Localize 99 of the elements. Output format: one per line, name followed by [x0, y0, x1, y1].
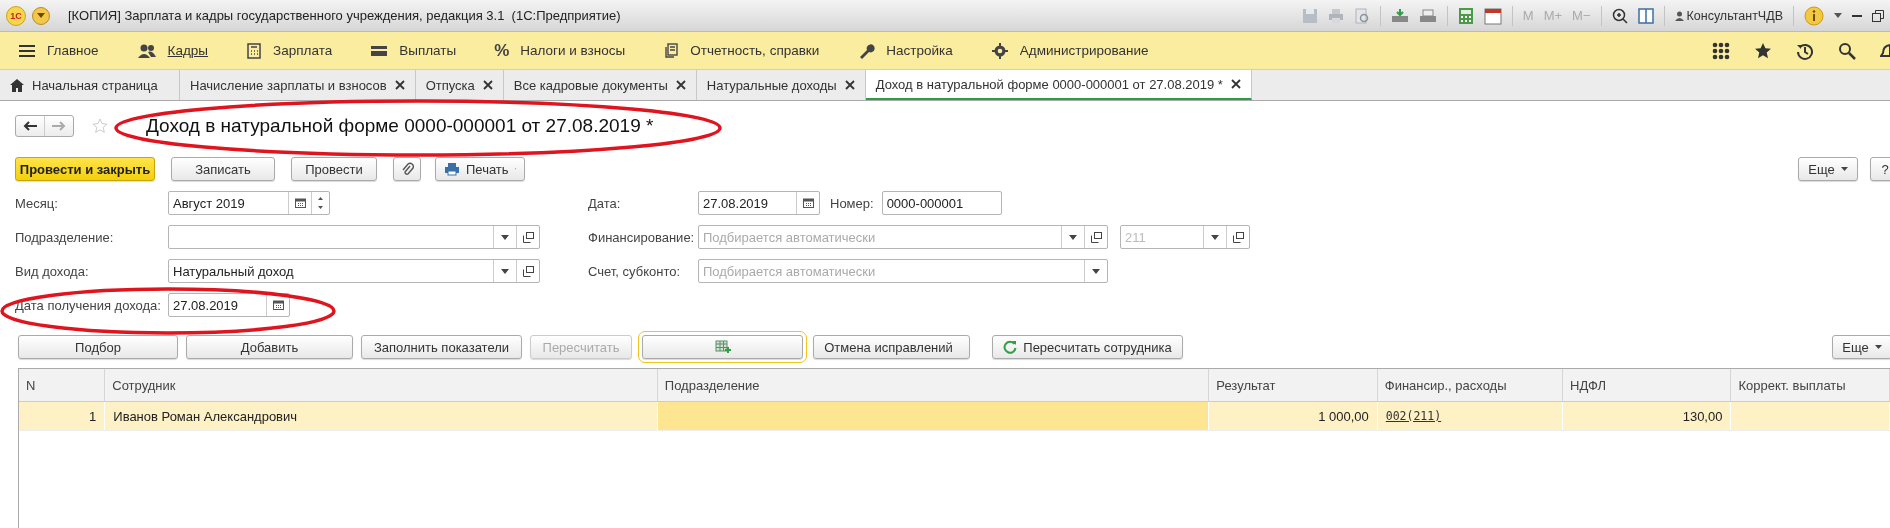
button[interactable]: Провести	[291, 157, 377, 181]
input-field[interactable]: 0000-000001	[881, 191, 1002, 215]
documents-icon	[663, 42, 680, 59]
arrow-left-icon	[23, 121, 37, 131]
refresh-icon	[1003, 340, 1018, 354]
field-label: Месяц:	[15, 195, 59, 211]
menu-item[interactable]: Зарплата	[246, 42, 333, 59]
close-icon	[482, 80, 493, 90]
home-icon	[10, 78, 24, 92]
favorite-star-icon	[92, 118, 108, 134]
download-icon	[1390, 7, 1409, 24]
table-cell: 130,00	[1563, 402, 1732, 430]
search-icon	[1838, 41, 1856, 60]
field-label: Вид дохода:	[15, 263, 90, 279]
column-header[interactable]: N	[19, 369, 106, 401]
column-header[interactable]: НДФЛ	[1563, 369, 1732, 401]
history-icon	[1796, 41, 1814, 60]
button[interactable]: Подбор	[18, 335, 178, 359]
apps-icon	[1712, 41, 1730, 60]
menu-item[interactable]: % Налоги и взносы	[494, 40, 626, 61]
table-cell: 1 000,00	[1209, 402, 1378, 430]
button[interactable]: Отмена исправлений	[813, 335, 970, 359]
star-icon	[1754, 41, 1772, 60]
field-label: Номер:	[830, 195, 874, 211]
button[interactable]: Еще	[1798, 157, 1858, 181]
menu-item[interactable]: Выплаты	[370, 43, 457, 58]
button[interactable]: Записать	[171, 157, 275, 181]
column-header[interactable]: Подразделение	[657, 369, 1210, 401]
tab[interactable]: Натуральные доходы	[696, 70, 866, 100]
spin-arrows-icon	[317, 195, 324, 211]
menu-icon	[18, 42, 36, 59]
menu-item[interactable]: Настройка	[857, 41, 953, 60]
paperclip-icon	[400, 161, 414, 177]
printer-icon	[444, 162, 460, 176]
open-window-icon	[522, 265, 534, 277]
column-header[interactable]: Сотрудник	[105, 369, 658, 401]
field-label: Подразделение:	[15, 229, 115, 245]
input-field[interactable]: 27.08.2019	[698, 191, 820, 215]
button[interactable]: ?	[1870, 157, 1890, 181]
calculator-icon	[246, 42, 263, 59]
minimize-icon	[1852, 14, 1862, 17]
field-label: Финансирование:	[588, 229, 696, 245]
tab[interactable]: Начисление зарплаты и взносов	[180, 70, 416, 100]
menu-item[interactable]: Администрирование	[990, 41, 1149, 60]
open-window-icon	[1232, 231, 1244, 243]
wallet-icon	[370, 43, 389, 58]
menu-item[interactable]: Отчетность, справки	[663, 42, 820, 59]
tab[interactable]: Отпуска	[415, 70, 504, 100]
input-field[interactable]: 27.08.2019	[168, 293, 290, 317]
open-window-icon	[522, 231, 534, 243]
button[interactable]: Добавить	[186, 335, 353, 359]
user-icon	[1674, 10, 1684, 21]
tab[interactable]: Все кадровые документы	[503, 70, 697, 100]
calendar-icon	[272, 300, 284, 310]
calendar-icon	[802, 198, 814, 208]
restore-icon	[1872, 9, 1884, 22]
zoom-icon	[1611, 7, 1628, 24]
close-icon	[844, 80, 855, 90]
save-icon	[1301, 7, 1318, 24]
people-icon	[136, 42, 157, 59]
input-field[interactable]	[168, 225, 540, 249]
close-icon	[675, 80, 686, 90]
button[interactable]: Заполнить показатели	[361, 335, 522, 359]
calendar-icon	[294, 198, 306, 208]
button[interactable]: Еще	[1832, 335, 1890, 359]
menu-caret-button[interactable]	[32, 6, 50, 25]
close-icon	[1230, 79, 1241, 89]
user-name[interactable]: КонсультантЧДВ	[1674, 8, 1783, 23]
table-cell: Иванов Роман Александрович	[105, 402, 658, 430]
field-label: Счет, субконто:	[588, 263, 682, 279]
calculator-icon	[1457, 6, 1474, 25]
tab[interactable]: Доход в натуральной форме 0000-000001 от 27.08.2019 *	[865, 70, 1252, 100]
close-icon	[394, 80, 405, 90]
link[interactable]: 002(211)	[1385, 409, 1442, 423]
column-header[interactable]: Коррект. выплаты	[1731, 369, 1890, 401]
button[interactable]: Провести и закрыть	[15, 157, 155, 181]
field-label: Дата:	[588, 195, 622, 211]
column-header[interactable]: Результат	[1209, 369, 1378, 401]
print-icon	[1327, 7, 1344, 24]
preview-icon	[1353, 7, 1370, 24]
tab[interactable]: Начальная страница	[0, 70, 180, 100]
column-header[interactable]: Финансир., расходы	[1377, 369, 1564, 401]
input-field[interactable]: Август 2019	[168, 191, 330, 215]
window-title: [КОПИЯ] Зарплата и кадры государственного учреждения, редакция 3.1 (1С:Предприятие)	[68, 8, 621, 23]
info-icon	[1804, 5, 1824, 26]
menu-item[interactable]: Кадры	[136, 42, 209, 59]
app-logo: 1С	[6, 5, 26, 26]
table-cell: 1	[19, 402, 106, 430]
attach-button[interactable]	[393, 157, 421, 181]
panel-icon	[1637, 7, 1654, 24]
table-add-icon	[714, 340, 731, 354]
arrow-right-icon	[52, 121, 66, 131]
menu-item[interactable]: Главное	[18, 42, 99, 59]
document-title: Доход в натуральной форме 0000-000001 от 27.08.2019 *	[146, 115, 654, 137]
input-field[interactable]: Натуральный доход	[168, 259, 540, 283]
button[interactable]: Печать	[435, 157, 525, 181]
open-window-icon	[1090, 231, 1102, 243]
calendar-icon	[1483, 6, 1502, 25]
button[interactable]: Пересчитать сотрудника	[992, 335, 1183, 359]
